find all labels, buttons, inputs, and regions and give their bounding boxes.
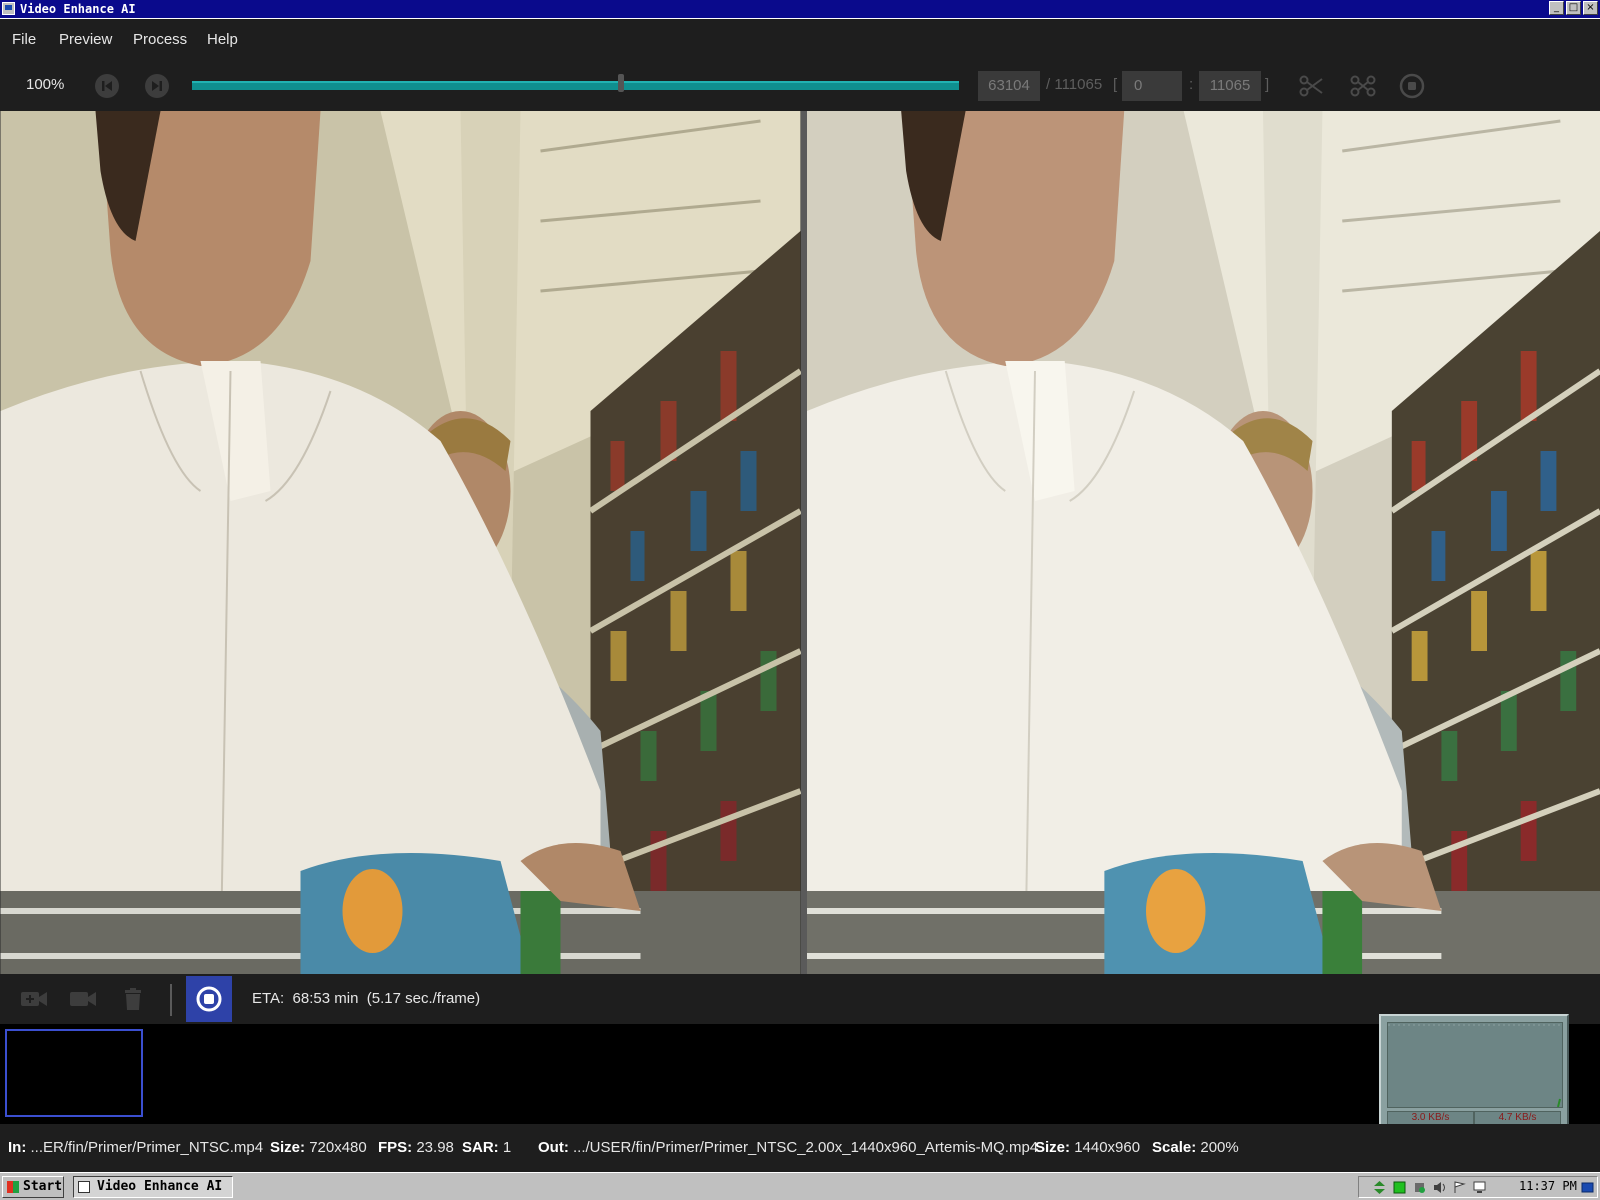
scale-label: Scale: [1152,1139,1197,1156]
network-graph-plot [1388,1024,1562,1108]
taskbar: Start Video Enhance AI 11:37 PM [0,1172,1600,1200]
input-size: 720x480 [309,1139,367,1156]
range-separator: : [1189,76,1194,93]
close-button[interactable]: × [1583,1,1598,15]
stop-preview-icon[interactable] [1399,73,1425,99]
current-frame-field[interactable]: 63104 [978,71,1040,101]
fps-info: FPS: 23.98 [378,1139,454,1156]
output-path: .../USER/fin/Primer/Primer_NTSC_2.00x_14… [573,1139,1039,1156]
menu-bar: File Preview Process Help [0,19,1600,61]
taskbar-item-label: Video Enhance AI [97,1179,223,1194]
sar-info: SAR: 1 [462,1139,511,1156]
output-label: Out: [538,1139,569,1156]
input-info: In: ...ER/fin/Primer/Primer_NTSC.mp4 [8,1139,263,1156]
timeline-handle[interactable] [618,74,625,92]
enhanced-frame-image [807,111,1600,974]
original-frame-image [0,111,801,974]
minimize-button[interactable]: _ [1549,1,1564,15]
system-tray: 11:37 PM [1358,1176,1598,1198]
queue-thumbnail[interactable] [5,1029,143,1117]
input-size-label: Size: [270,1139,306,1156]
add-video-icon[interactable] [19,986,49,1012]
status-bar: In: ...ER/fin/Primer/Primer_NTSC.mp4 Siz… [0,1124,1600,1172]
scissors-icon[interactable] [1298,73,1324,99]
range-start-field[interactable]: 0 [1122,71,1182,101]
menu-file[interactable]: File [12,31,36,48]
windows-logo-icon [7,1181,19,1193]
original-preview[interactable] [0,111,801,974]
start-label: Start [23,1179,63,1194]
scale-value: 200% [1200,1139,1239,1156]
fps-label: FPS: [378,1139,413,1156]
stop-process-button[interactable] [186,976,232,1022]
window-controls: _ □ × [1549,1,1598,15]
video-queue [0,1024,1600,1124]
fps-value: 23.98 [416,1139,454,1156]
menu-process[interactable]: Process [133,31,187,48]
next-frame-icon[interactable] [144,73,170,99]
show-desktop-icon[interactable] [1581,1181,1594,1194]
zoom-level[interactable]: 100% [26,76,64,93]
trash-icon[interactable] [120,986,146,1012]
network-graph [1387,1022,1563,1108]
output-size: 1440x960 [1074,1139,1141,1156]
output-size-info: Size: 1440x960 [1035,1139,1140,1156]
toolbar-separator [170,984,172,1016]
output-size-label: Size: [1035,1139,1071,1156]
flag-icon[interactable] [1453,1181,1466,1194]
security-icon[interactable] [1413,1181,1426,1194]
sar-label: SAR: [462,1139,499,1156]
app-window-icon [78,1181,90,1193]
stop-icon [196,986,222,1012]
upload-rate: 4.7 KB/s [1474,1111,1561,1125]
title-bar: Video Enhance AI _ □ × [0,0,1600,19]
arrows-icon[interactable] [1373,1181,1386,1194]
input-label: In: [8,1139,27,1156]
clock[interactable]: 11:37 PM [1519,1179,1577,1193]
timeline-slider[interactable] [192,74,959,92]
scale-info: Scale: 200% [1152,1139,1239,1156]
preview-viewer [0,111,1600,974]
range-open-bracket: [ [1113,76,1118,93]
window-title: Video Enhance AI [20,2,136,16]
volume-icon[interactable] [1433,1181,1446,1194]
process-controls: ETA: 68:53 min (5.17 sec./frame) [0,974,1600,1024]
range-end-field[interactable]: 11065 [1199,71,1261,101]
network-monitor: 3.0 KB/s 4.7 KB/s [1379,1014,1569,1131]
playback-toolbar: 100% 63104 / 111065 [ 0 : 11065 ] [0,61,1600,111]
video-camera-icon[interactable] [68,986,98,1012]
eta-text: ETA: 68:53 min (5.17 sec./frame) [252,990,481,1007]
sar-value: 1 [502,1139,512,1156]
previous-frame-icon[interactable] [94,73,120,99]
enhanced-preview[interactable] [807,111,1600,974]
maximize-button[interactable]: □ [1566,1,1581,15]
app-icon [2,2,15,15]
taskbar-item-video-enhance[interactable]: Video Enhance AI [73,1176,233,1198]
menu-help[interactable]: Help [207,31,238,48]
menu-preview[interactable]: Preview [59,31,112,48]
total-frames: / 111065 [1046,76,1103,93]
range-close-bracket: ] [1265,76,1270,93]
input-path: ...ER/fin/Primer/Primer_NTSC.mp4 [30,1139,264,1156]
output-info: Out: .../USER/fin/Primer/Primer_NTSC_2.0… [538,1139,1038,1156]
download-rate: 3.0 KB/s [1387,1111,1474,1125]
input-size-info: Size: 720x480 [270,1139,367,1156]
start-button[interactable]: Start [2,1176,64,1198]
trim-icon[interactable] [1350,73,1376,99]
network-status-icon[interactable] [1393,1181,1406,1194]
monitor-icon[interactable] [1473,1181,1486,1194]
